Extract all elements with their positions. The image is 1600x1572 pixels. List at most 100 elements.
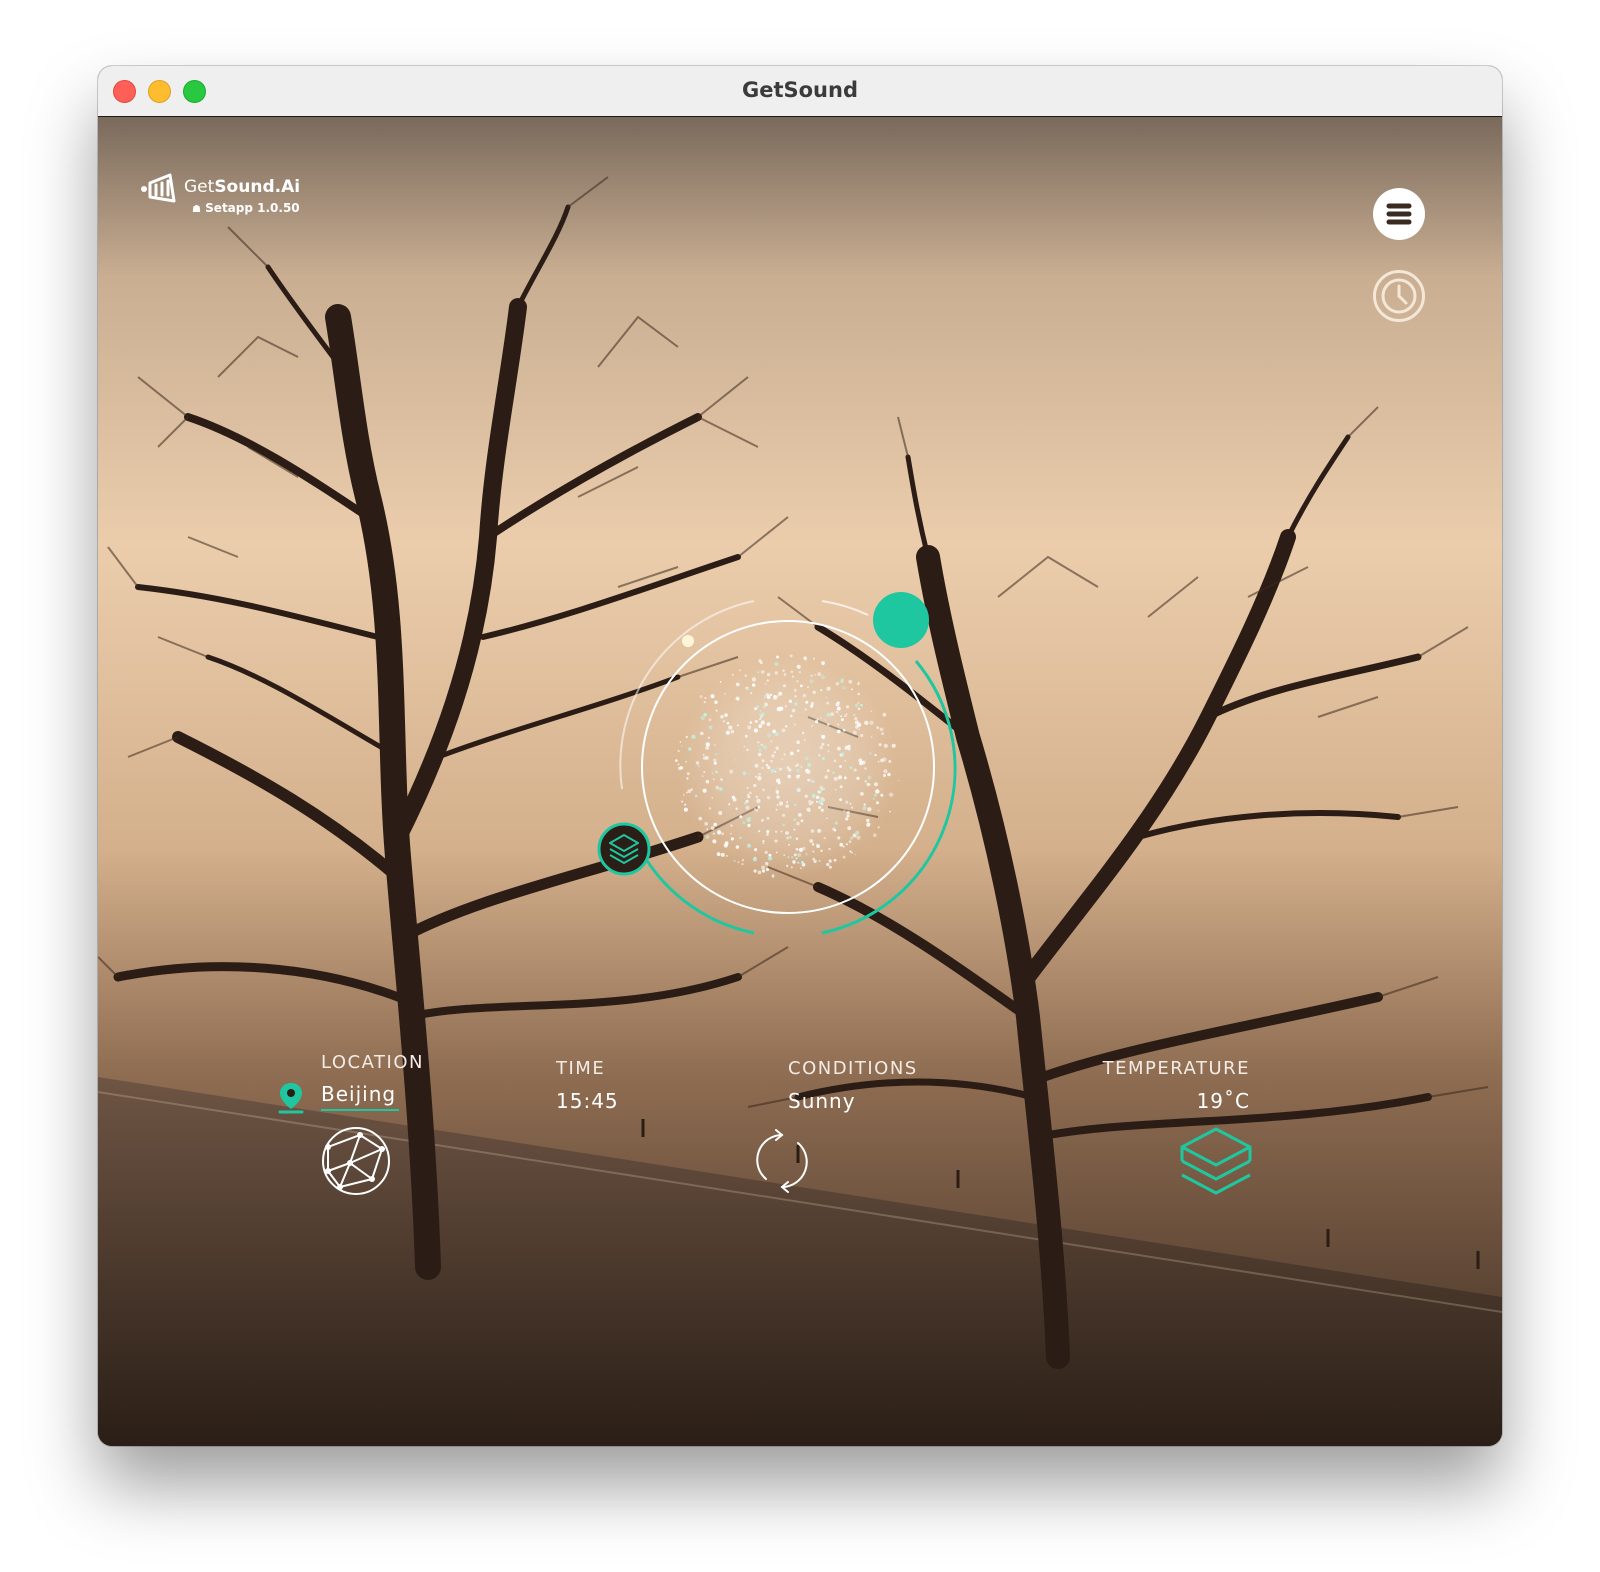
particle	[840, 718, 844, 722]
particle	[827, 744, 830, 747]
particle	[715, 785, 720, 790]
particle	[775, 851, 778, 854]
particle	[743, 745, 746, 748]
layers-knob[interactable]	[597, 822, 651, 876]
particle	[795, 848, 799, 851]
history-button[interactable]	[1373, 270, 1425, 322]
particle	[761, 869, 766, 873]
particle	[860, 733, 864, 738]
particle	[835, 710, 839, 714]
particle	[805, 700, 809, 704]
particle	[842, 845, 845, 848]
particle	[783, 684, 786, 688]
particle	[860, 703, 863, 707]
particle	[833, 759, 837, 763]
particle	[828, 847, 831, 851]
particle	[876, 726, 879, 729]
volume-knob[interactable]	[873, 592, 929, 648]
refresh-icon[interactable]	[750, 1129, 814, 1193]
particle	[779, 767, 782, 771]
particle	[766, 868, 769, 871]
particle	[789, 654, 793, 658]
particle	[827, 723, 830, 726]
particle	[848, 840, 852, 843]
particle	[823, 837, 826, 840]
particle	[836, 729, 841, 734]
particle	[809, 679, 814, 684]
particle	[746, 817, 751, 823]
particle	[736, 682, 740, 687]
particle	[820, 717, 822, 719]
particle	[730, 824, 733, 827]
particle	[700, 715, 705, 721]
particle	[760, 743, 764, 747]
particle	[720, 715, 724, 719]
particle	[800, 860, 805, 865]
particle	[768, 856, 773, 861]
particle	[821, 742, 825, 746]
particle	[724, 713, 728, 717]
particle	[810, 701, 814, 705]
particle	[828, 859, 833, 864]
particle	[794, 803, 797, 807]
particle	[751, 677, 757, 682]
setapp-icon: ☗	[192, 204, 201, 215]
particle	[811, 793, 816, 798]
location-value[interactable]: Beijing	[321, 1082, 396, 1106]
layers-icon[interactable]	[1178, 1125, 1254, 1197]
particle	[769, 693, 773, 697]
particle	[701, 775, 704, 778]
particle	[785, 804, 790, 808]
outer-ring-track-top	[821, 600, 869, 616]
particle	[818, 754, 821, 757]
particle	[786, 801, 788, 804]
network-globe-icon[interactable]	[320, 1125, 392, 1197]
particle	[867, 775, 872, 780]
particle	[818, 859, 821, 862]
particle	[849, 766, 853, 769]
particle	[818, 806, 822, 809]
particle	[879, 727, 884, 732]
particle	[826, 862, 830, 867]
time-label: TIME	[556, 1058, 606, 1079]
particle	[880, 758, 884, 763]
particle	[793, 688, 797, 692]
particle	[766, 679, 769, 682]
particle	[713, 744, 716, 746]
particle	[747, 843, 752, 848]
particle	[759, 717, 762, 720]
particle	[838, 713, 840, 716]
particle	[803, 656, 807, 660]
particle	[849, 802, 852, 805]
sound-player[interactable]	[578, 557, 998, 977]
particle	[777, 781, 781, 785]
particle	[712, 832, 715, 835]
particle	[718, 811, 723, 815]
particle	[677, 749, 680, 753]
particle	[763, 706, 766, 709]
particle	[825, 696, 828, 699]
particle	[750, 692, 753, 695]
particle	[758, 748, 762, 752]
particle	[756, 705, 760, 709]
particle	[723, 692, 726, 695]
particle	[837, 775, 842, 780]
particle	[844, 776, 847, 780]
particle	[688, 747, 692, 751]
particle	[838, 706, 841, 709]
particle	[754, 720, 758, 723]
particle	[855, 725, 859, 729]
menu-button[interactable]	[1373, 188, 1425, 240]
particle	[827, 750, 830, 753]
particle	[742, 821, 746, 825]
particle	[745, 805, 750, 810]
particle	[883, 743, 888, 748]
particle	[800, 819, 804, 823]
particle	[713, 822, 717, 827]
particle	[747, 823, 751, 827]
particle	[745, 734, 748, 738]
particle	[765, 832, 769, 836]
particle	[790, 866, 793, 869]
particle	[755, 809, 759, 812]
particle	[684, 803, 687, 806]
